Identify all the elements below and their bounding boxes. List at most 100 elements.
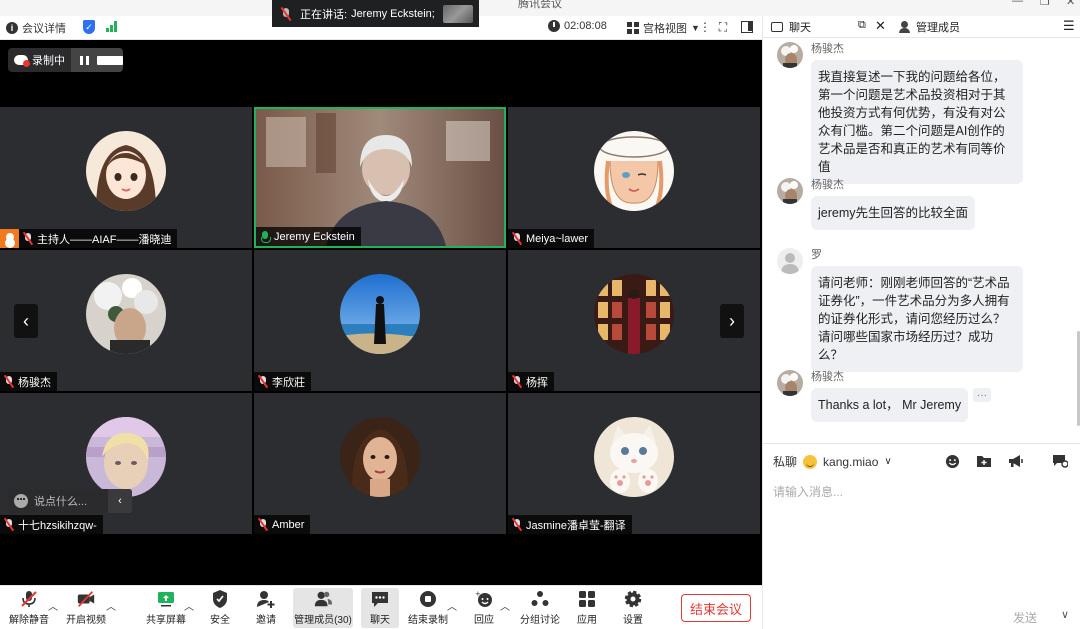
speaking-indicator: 正在讲话: Jeremy Eckstein;	[272, 0, 479, 27]
invite-button[interactable]: 邀请	[256, 588, 276, 628]
audio-options-caret[interactable]: ︿	[48, 598, 58, 613]
message-more-icon[interactable]: ···	[973, 388, 991, 402]
meeting-window: 腾讯会议 — ❐ ✕ i 会议详情 ✓ 02:08:08 宫格视图 ▼ ⋮ ⛶	[0, 0, 1080, 629]
chevron-left-icon: ‹	[118, 495, 122, 507]
participant-tile[interactable]: Meiya~lawer	[508, 107, 760, 248]
participant-tile[interactable]: 主持人——AIAF——潘晓迪	[0, 107, 252, 248]
share-screen-button[interactable]: 共享屏幕	[146, 588, 186, 628]
reactions-button[interactable]: + 回应	[474, 588, 494, 628]
participant-name: 李欣莊	[272, 376, 305, 389]
window-titlebar: 腾讯会议 — ❐ ✕	[0, 0, 1080, 16]
participant-name-tag: 十七hzsikihzqw-	[0, 515, 103, 534]
minimize-button[interactable]: —	[1012, 0, 1023, 7]
apps-label: 应用	[577, 615, 597, 626]
settings-label: 设置	[623, 615, 643, 626]
tab-chat-label: 聊天	[789, 22, 811, 34]
tab-members[interactable]: 管理成员	[899, 19, 960, 35]
participant-name: Meiya~lawer	[526, 232, 589, 245]
manage-participants-button[interactable]: 管理成员(30)	[293, 588, 353, 628]
mic-off-icon	[258, 375, 268, 388]
network-status[interactable]	[106, 20, 117, 32]
chat-settings-icon[interactable]	[1052, 453, 1068, 469]
record-stop-icon	[418, 588, 438, 610]
participant-avatar	[86, 273, 166, 354]
host-icon	[0, 229, 19, 248]
layout-icon[interactable]	[740, 20, 754, 34]
pause-icon	[71, 55, 97, 65]
shield-icon	[210, 588, 230, 610]
megaphone-icon[interactable]	[1008, 453, 1024, 469]
view-label: 宫格视图	[643, 23, 687, 35]
sender-avatar[interactable]	[777, 370, 803, 396]
end-recording-label: 结束录制	[408, 615, 448, 626]
folder-icon[interactable]	[976, 453, 992, 469]
view-switch-button[interactable]: 宫格视图 ▼	[627, 20, 700, 36]
record-options-caret[interactable]: ︿	[447, 598, 457, 613]
speaker-thumbnail	[442, 4, 473, 23]
close-window-button[interactable]: ✕	[1066, 0, 1075, 8]
participant-avatar	[86, 130, 166, 211]
meeting-timer: 02:08:08	[548, 20, 607, 32]
breakout-rooms-button[interactable]: 分组讨论	[520, 588, 560, 628]
message-input[interactable]	[773, 482, 1069, 502]
participant-avatar	[594, 130, 674, 211]
next-page-button[interactable]: ›	[720, 304, 744, 338]
settings-button[interactable]: 设置	[623, 588, 643, 628]
participant-name-tag: 杨挥	[508, 372, 554, 391]
participant-tile[interactable]: Jasmine潘卓莹-翻译	[508, 393, 760, 534]
send-options-icon[interactable]: ∨	[1061, 608, 1069, 621]
start-video-button[interactable]: 开启视频	[66, 588, 106, 628]
participant-name-tag: 杨骏杰	[0, 372, 57, 391]
reactions-options-caret[interactable]: ︿	[500, 598, 510, 613]
participant-tile[interactable]: Amber	[254, 393, 506, 534]
share-options-caret[interactable]: ︿	[184, 598, 194, 613]
participant-name-tag: 主持人——AIAF——潘晓迪	[0, 229, 178, 248]
mic-off-icon	[23, 232, 33, 245]
participant-name-tag: Jeremy Eckstein	[256, 227, 361, 246]
send-button[interactable]: 发送	[1013, 609, 1037, 626]
meeting-info-button[interactable]: i 会议详情	[6, 20, 66, 36]
more-options-icon[interactable]: ⋮	[698, 20, 712, 34]
message-text: 我直接复述一下我的问题给各位，第一个问题是艺术品投资相对于其他投资方式有何优势，…	[811, 60, 1023, 184]
chat-button[interactable]: 聊天	[361, 588, 399, 628]
security-status[interactable]: ✓	[83, 20, 95, 34]
private-chat-label: 私聊	[773, 455, 798, 469]
sender-avatar[interactable]	[777, 178, 803, 204]
quick-chat-bar[interactable]: 说点什么... ‹	[8, 489, 132, 513]
emoji-icon[interactable]	[944, 453, 960, 469]
apps-button[interactable]: 应用	[577, 588, 597, 628]
sender-name: 杨骏杰	[811, 371, 844, 383]
menu-icon[interactable]: ☰	[1063, 18, 1075, 34]
stop-recording-button[interactable]	[97, 48, 123, 72]
recipient-avatar	[803, 454, 818, 469]
security-button[interactable]: 安全	[210, 588, 230, 628]
participants-icon	[313, 588, 333, 610]
breakout-icon	[530, 588, 550, 610]
end-meeting-button[interactable]: 结束会议	[681, 594, 751, 622]
unmute-button[interactable]: 解除静音	[9, 588, 49, 628]
tab-chat[interactable]: 聊天	[771, 19, 811, 35]
pause-recording-button[interactable]	[71, 48, 97, 72]
emoji-icon[interactable]	[14, 494, 28, 508]
stop-icon	[97, 55, 123, 65]
chat-messages: 杨骏杰 我直接复述一下我的问题给各位，第一个问题是艺术品投资相对于其他投资方式有何…	[763, 38, 1080, 443]
fullscreen-icon[interactable]: ⛶	[716, 20, 730, 34]
manage-participants-label: 管理成员(30)	[294, 615, 352, 626]
participant-tile[interactable]: 李欣莊	[254, 250, 506, 391]
prev-page-button[interactable]: ‹	[14, 304, 38, 338]
apps-grid-icon	[577, 588, 597, 610]
reaction-icon: +	[474, 588, 494, 610]
end-recording-button[interactable]: 结束录制	[408, 588, 448, 628]
person-icon	[899, 21, 910, 33]
popout-icon[interactable]: ⧉	[858, 19, 866, 32]
sender-avatar[interactable]	[777, 248, 803, 274]
restore-button[interactable]: ❐	[1040, 0, 1050, 8]
mic-off-icon	[4, 518, 14, 531]
collapse-chat-button[interactable]: ‹	[108, 489, 132, 513]
recipient-selector[interactable]: 私聊 kang.miao ∨	[773, 453, 892, 470]
participant-grid: 主持人——AIAF——潘晓迪 Jeremy Eckstein Meiya~lawer…	[0, 107, 762, 537]
close-panel-icon[interactable]: ✕	[875, 18, 886, 34]
participant-tile[interactable]: Jeremy Eckstein	[254, 107, 506, 248]
sender-avatar[interactable]	[777, 42, 803, 68]
video-options-caret[interactable]: ︿	[106, 598, 116, 613]
